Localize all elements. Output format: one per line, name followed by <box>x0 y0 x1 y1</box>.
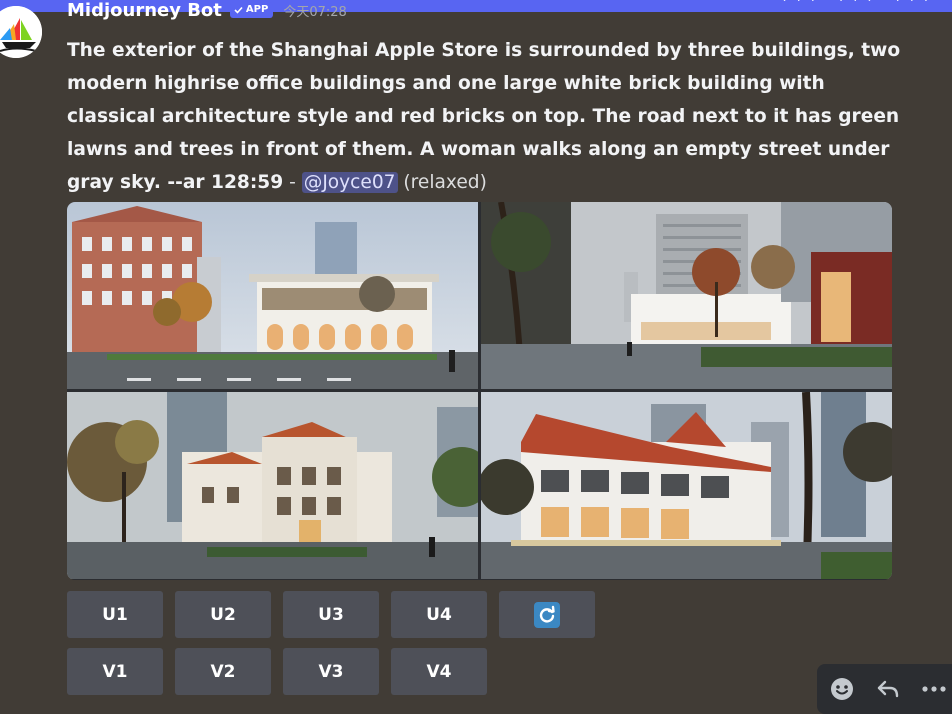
avatar[interactable] <box>0 6 42 58</box>
variation-button-2[interactable]: V2 <box>175 648 271 695</box>
app-badge-label: APP <box>245 4 269 15</box>
generated-image-3[interactable] <box>67 392 478 579</box>
emoji-reaction-icon[interactable] <box>827 674 857 704</box>
user-mention[interactable]: @Joyce07 <box>301 172 398 193</box>
generated-image-1[interactable] <box>67 202 478 389</box>
upscale-button-1[interactable]: U1 <box>67 591 163 638</box>
message-timestamp: 今天07:28 <box>283 4 347 20</box>
generation-mode: (relaxed) <box>397 172 487 193</box>
separator: - <box>283 172 302 193</box>
reroll-button[interactable] <box>499 591 595 638</box>
generated-image-4[interactable] <box>481 392 892 579</box>
upscale-button-3[interactable]: U3 <box>283 591 379 638</box>
more-options-icon[interactable] <box>919 674 949 704</box>
app-badge: APP <box>229 2 274 18</box>
verified-check-icon <box>234 6 243 14</box>
prompt-text: The exterior of the Shanghai Apple Store… <box>67 40 901 193</box>
reply-icon[interactable] <box>873 674 903 704</box>
generated-image-2[interactable] <box>481 202 892 389</box>
reroll-icon <box>534 601 560 628</box>
message-header: Midjourney Bot APP 今天07:28 <box>67 0 347 22</box>
variation-button-row: V1 V2 V3 V4 <box>67 648 487 695</box>
topbar-icons: ··· ··· ··· <box>782 0 938 9</box>
upscale-button-2[interactable]: U2 <box>175 591 271 638</box>
variation-button-1[interactable]: V1 <box>67 648 163 695</box>
variation-button-4[interactable]: V4 <box>391 648 487 695</box>
midjourney-boat-logo-icon <box>0 6 42 58</box>
variation-button-3[interactable]: V3 <box>283 648 379 695</box>
message-hover-toolbar <box>817 664 952 714</box>
author-name[interactable]: Midjourney Bot <box>67 0 222 21</box>
image-grid[interactable] <box>67 202 892 580</box>
upscale-button-row: U1 U2 U3 U4 <box>67 591 595 638</box>
message-content: The exterior of the Shanghai Apple Store… <box>67 34 917 199</box>
upscale-button-4[interactable]: U4 <box>391 591 487 638</box>
